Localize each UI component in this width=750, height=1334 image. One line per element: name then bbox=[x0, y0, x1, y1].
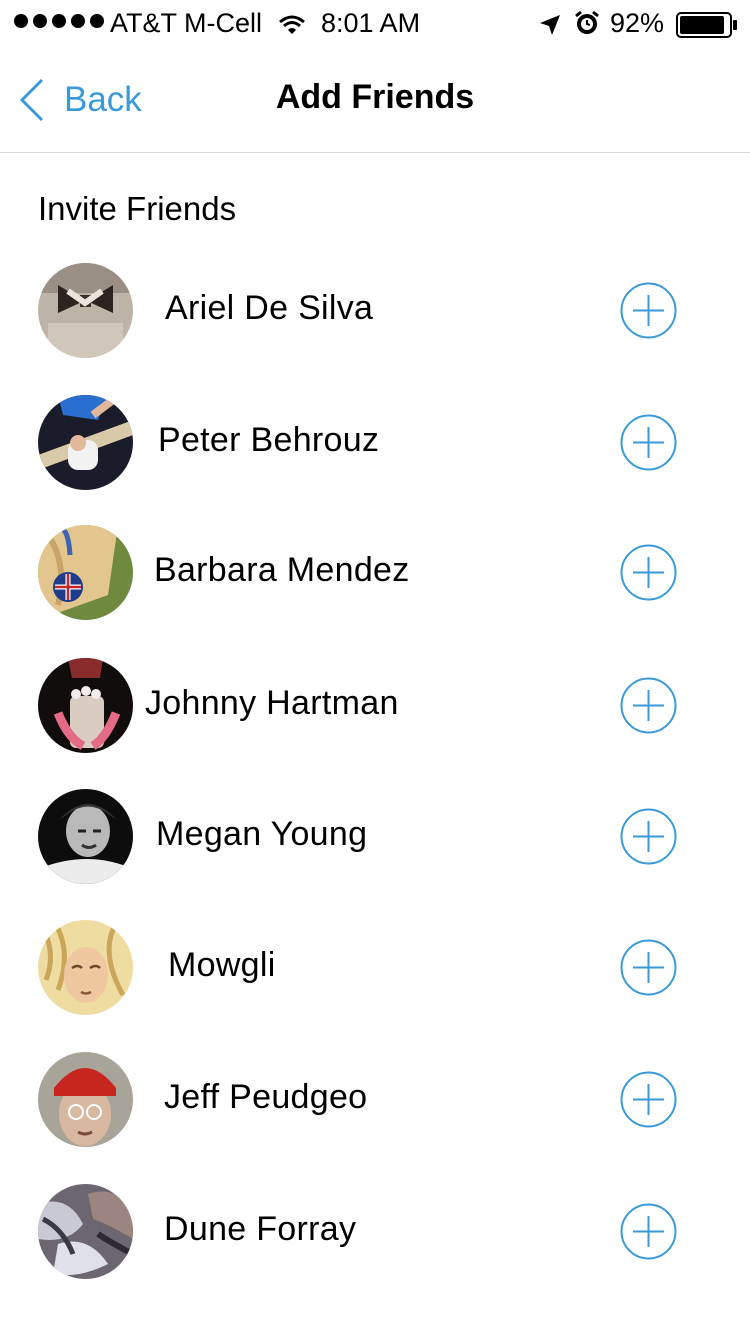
friend-row: Johnny Hartman bbox=[0, 658, 750, 754]
friend-name: Jeff Peudgeo bbox=[164, 1078, 368, 1116]
avatar bbox=[38, 395, 133, 490]
add-friend-icon[interactable] bbox=[620, 414, 677, 471]
add-friend-icon[interactable] bbox=[620, 282, 677, 339]
friend-name: Barbara Mendez bbox=[154, 551, 410, 589]
battery-percentage: 92% bbox=[610, 8, 665, 38]
friend-name: Dune Forray bbox=[164, 1210, 357, 1248]
avatar bbox=[38, 1184, 133, 1279]
friend-row: Peter Behrouz bbox=[0, 395, 750, 491]
avatar bbox=[38, 658, 133, 753]
add-friend-icon[interactable] bbox=[620, 939, 677, 996]
add-friend-icon[interactable] bbox=[620, 1071, 677, 1128]
friend-name: Megan Young bbox=[156, 815, 368, 853]
avatar bbox=[38, 525, 133, 620]
status-bar: AT&T M-Cell 8:01 AM 92% bbox=[0, 0, 750, 44]
friend-row: Megan Young bbox=[0, 789, 750, 885]
battery-icon bbox=[676, 12, 738, 45]
navigation-bar: Back Add Friends bbox=[0, 44, 750, 153]
friend-row: Ariel De Silva bbox=[0, 263, 750, 359]
signal-strength-icon bbox=[14, 14, 104, 28]
avatar bbox=[38, 1052, 133, 1147]
friend-name: Ariel De Silva bbox=[165, 289, 374, 327]
alarm-clock-icon bbox=[574, 10, 600, 43]
friend-row: Jeff Peudgeo bbox=[0, 1052, 750, 1148]
add-friend-icon[interactable] bbox=[620, 677, 677, 734]
friend-name: Mowgli bbox=[168, 946, 276, 984]
friend-row: Mowgli bbox=[0, 920, 750, 1016]
avatar bbox=[38, 263, 133, 358]
avatar bbox=[38, 789, 133, 884]
avatar bbox=[38, 920, 133, 1015]
add-friend-icon[interactable] bbox=[620, 1203, 677, 1260]
location-arrow-icon bbox=[539, 12, 561, 43]
friend-name: Johnny Hartman bbox=[145, 684, 399, 722]
friend-row: Dune Forray bbox=[0, 1184, 750, 1280]
add-friend-icon[interactable] bbox=[620, 808, 677, 865]
section-title-invite-friends: Invite Friends bbox=[38, 190, 237, 227]
page-title: Add Friends bbox=[275, 78, 475, 116]
friend-row: Barbara Mendez bbox=[0, 525, 750, 621]
friend-name: Peter Behrouz bbox=[158, 421, 380, 459]
wifi-icon bbox=[279, 11, 305, 42]
carrier-name: AT&T M-Cell bbox=[110, 8, 263, 38]
add-friend-icon[interactable] bbox=[620, 544, 677, 601]
status-time: 8:01 AM bbox=[321, 8, 421, 38]
